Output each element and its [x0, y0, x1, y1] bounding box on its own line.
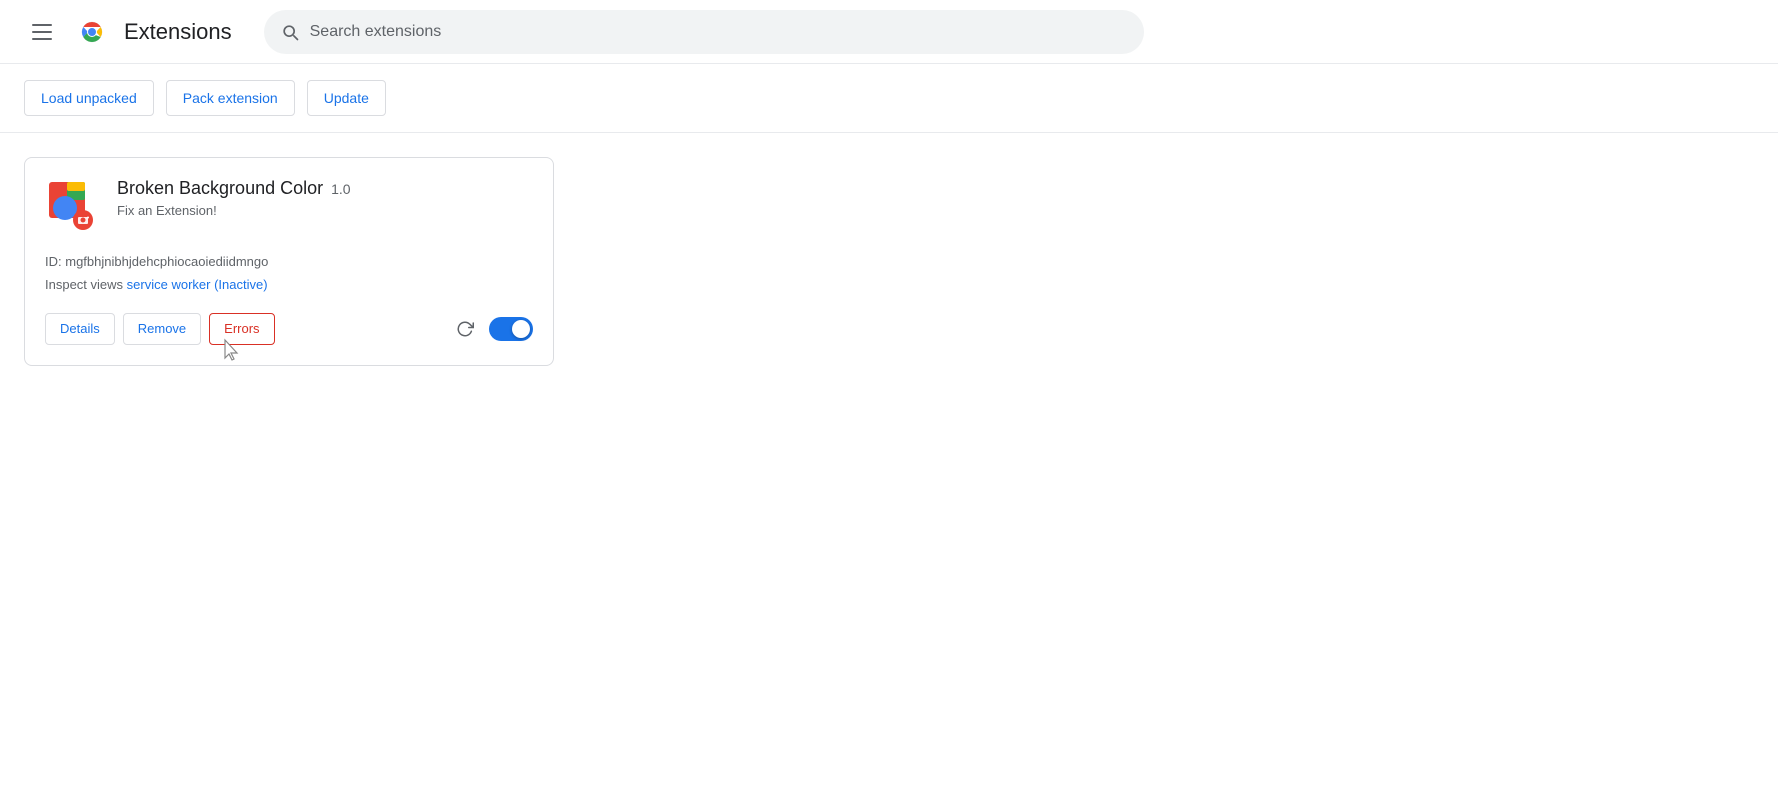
- search-bar: [264, 10, 1144, 54]
- extension-id: mgfbhjnibhjdehcphiocaoiediidmngo: [65, 254, 268, 269]
- extension-version: 1.0: [331, 181, 350, 197]
- inspect-views-row: Inspect views service worker (Inactive): [45, 273, 533, 296]
- pack-extension-button[interactable]: Pack extension: [166, 80, 295, 116]
- service-worker-link[interactable]: service worker (Inactive): [127, 277, 268, 292]
- toolbar: Load unpacked Pack extension Update: [0, 64, 1778, 133]
- extension-meta: ID: mgfbhjnibhjdehcphiocaoiediidmngo Ins…: [45, 250, 533, 297]
- card-header: Broken Background Color 1.0 Fix an Exten…: [45, 178, 533, 234]
- toggle-thumb: [512, 320, 530, 338]
- extension-info: Broken Background Color 1.0 Fix an Exten…: [117, 178, 533, 218]
- extension-id-row: ID: mgfbhjnibhjdehcphiocaoiediidmngo: [45, 250, 533, 273]
- inspect-label: Inspect views: [45, 277, 123, 292]
- extension-name-row: Broken Background Color 1.0: [117, 178, 533, 199]
- load-unpacked-button[interactable]: Load unpacked: [24, 80, 154, 116]
- extension-card: Broken Background Color 1.0 Fix an Exten…: [24, 157, 554, 366]
- update-button[interactable]: Update: [307, 80, 386, 116]
- errors-button[interactable]: Errors: [209, 313, 274, 345]
- main-content: Broken Background Color 1.0 Fix an Exten…: [0, 133, 1778, 390]
- extension-name: Broken Background Color: [117, 178, 323, 199]
- extension-description: Fix an Extension!: [117, 203, 533, 218]
- id-label: ID:: [45, 254, 62, 269]
- details-button[interactable]: Details: [45, 313, 115, 345]
- reload-button[interactable]: [449, 313, 481, 345]
- remove-button[interactable]: Remove: [123, 313, 201, 345]
- page-title: Extensions: [124, 19, 232, 45]
- header: Extensions: [0, 0, 1778, 64]
- chrome-logo-icon: [76, 16, 108, 48]
- errors-button-wrapper: Errors: [209, 313, 274, 345]
- search-icon: [280, 22, 300, 42]
- extension-icon: [45, 178, 101, 234]
- search-input[interactable]: [310, 23, 1128, 41]
- enable-toggle[interactable]: [489, 317, 533, 341]
- card-footer: Details Remove Errors: [45, 313, 533, 345]
- menu-button[interactable]: [24, 16, 60, 48]
